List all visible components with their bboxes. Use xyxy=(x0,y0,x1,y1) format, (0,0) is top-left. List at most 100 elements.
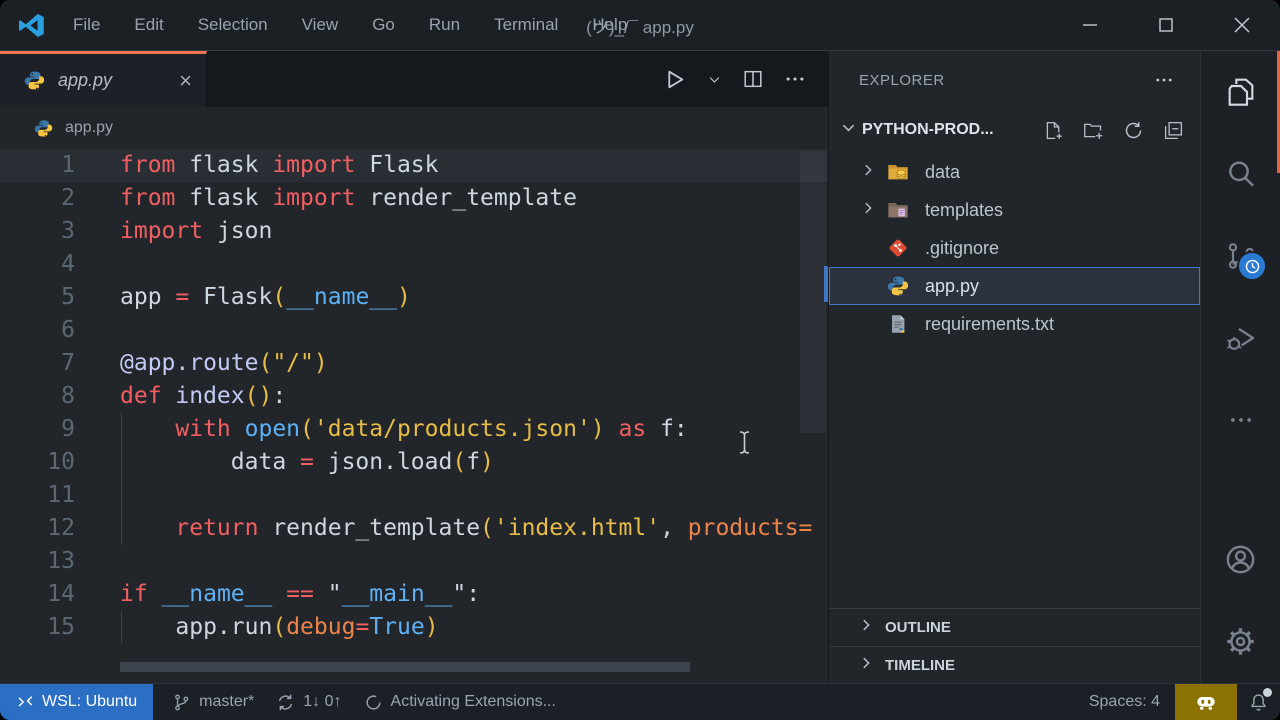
line-number: 14 xyxy=(0,578,75,611)
search-icon xyxy=(1225,158,1257,190)
menu-bar: FileEditSelectionViewGoRunTerminalHelp xyxy=(73,15,627,35)
code-line-10[interactable]: 10 data = json.load(f) xyxy=(0,446,828,479)
more-actions-button[interactable] xyxy=(784,68,806,90)
code-line-12[interactable]: 12 return render_template('index.html', … xyxy=(0,512,828,545)
breadcrumb-item: app.py xyxy=(65,119,113,137)
editor-horizontal-scrollbar[interactable] xyxy=(120,662,690,672)
pip-icon xyxy=(887,313,909,335)
run-button[interactable] xyxy=(662,67,687,92)
code-line-9[interactable]: 9 with open('data/products.json') as f: xyxy=(0,413,828,446)
workspace-section-header[interactable]: PYTHON-PROD... xyxy=(829,109,1200,151)
close-button[interactable] xyxy=(1204,0,1280,50)
panel-timeline[interactable]: TIMELINE xyxy=(829,646,1200,684)
activity-search[interactable] xyxy=(1201,133,1280,215)
copilot-icon xyxy=(1195,691,1217,713)
refresh-button[interactable] xyxy=(1123,120,1144,141)
status-sync-changes[interactable]: 1↓ 0↑ xyxy=(265,684,352,720)
activity-run-and-debug[interactable] xyxy=(1201,297,1280,379)
menu-edit[interactable]: Edit xyxy=(134,15,163,35)
code-line-1[interactable]: 1from flask import Flask xyxy=(0,149,828,182)
spinner-icon xyxy=(364,693,383,712)
explorer-header: EXPLORER xyxy=(829,51,1200,109)
tab-bar: app.py × xyxy=(0,51,828,107)
sync-icon xyxy=(276,693,295,712)
status-notifications[interactable] xyxy=(1237,684,1280,720)
status-remote-indicator[interactable]: WSL: Ubuntu xyxy=(0,684,153,720)
status-git-branch[interactable]: master* xyxy=(161,684,265,720)
file-requirements-txt[interactable]: requirements.txt xyxy=(829,305,1200,343)
close-tab-icon[interactable]: × xyxy=(179,70,192,92)
status-indentation[interactable]: Spaces: 4 xyxy=(1078,684,1171,720)
code-line-13[interactable]: 13 xyxy=(0,545,828,578)
views-and-more-actions-icon[interactable] xyxy=(1154,70,1174,90)
file-data[interactable]: data xyxy=(829,153,1200,191)
menu-view[interactable]: View xyxy=(302,15,339,35)
code-line-8[interactable]: 8def index(): xyxy=(0,380,828,413)
panel-outline[interactable]: OUTLINE xyxy=(829,608,1200,646)
status-bar: WSL: Ubuntu master* 1↓ 0↑ Activating Extens… xyxy=(0,683,1280,720)
status-extension-status[interactable]: Activating Extensions... xyxy=(353,684,567,720)
file--gitignore[interactable]: .gitignore xyxy=(829,229,1200,267)
code-text: data = json.load(f) xyxy=(120,446,494,479)
status-copilot-status[interactable] xyxy=(1175,684,1237,720)
tab-label: app.py xyxy=(58,70,173,91)
chevron-right-icon xyxy=(859,618,873,637)
indent-guide xyxy=(121,479,122,512)
breadcrumb[interactable]: app.py xyxy=(0,107,828,149)
menu-go[interactable]: Go xyxy=(372,15,395,35)
vscode-window: FileEditSelectionViewGoRunTerminalHelp (… xyxy=(0,0,1280,720)
files-icon xyxy=(1225,76,1257,108)
code-line-14[interactable]: 14if __name__ == "__main__": xyxy=(0,578,828,611)
code-line-3[interactable]: 3import json xyxy=(0,215,828,248)
editor-vertical-scrollbar[interactable] xyxy=(800,151,826,433)
menu-selection[interactable]: Selection xyxy=(198,15,268,35)
panel-label: OUTLINE xyxy=(885,619,951,636)
mouse-cursor xyxy=(738,430,751,461)
maximize-button[interactable] xyxy=(1128,0,1204,50)
panel-label: TIMELINE xyxy=(885,657,955,674)
line-number: 10 xyxy=(0,446,75,479)
window-title: (ツ)_/¯ app.py xyxy=(586,13,694,38)
ellipsis-icon xyxy=(784,68,806,90)
split-editor-button[interactable] xyxy=(742,68,764,90)
split-editor-icon xyxy=(742,68,764,90)
python-icon xyxy=(24,70,45,91)
code-line-6[interactable]: 6 xyxy=(0,314,828,347)
code-line-5[interactable]: 5app = Flask(__name__) xyxy=(0,281,828,314)
minimize-button[interactable] xyxy=(1052,0,1128,50)
menu-file[interactable]: File xyxy=(73,15,100,35)
code-line-2[interactable]: 2from flask import render_template xyxy=(0,182,828,215)
python-icon xyxy=(887,275,909,297)
file-templates[interactable]: templates xyxy=(829,191,1200,229)
activity-accounts[interactable] xyxy=(1201,518,1280,600)
status-label: WSL: Ubuntu xyxy=(42,693,137,711)
collapse-all-icon xyxy=(1163,120,1184,141)
code-line-4[interactable]: 4 xyxy=(0,248,828,281)
run-dropdown[interactable] xyxy=(707,72,722,87)
collapse-all-button[interactable] xyxy=(1163,120,1184,141)
file-app-py[interactable]: app.py xyxy=(829,267,1200,305)
indent-guide xyxy=(121,413,122,446)
tab-app-py[interactable]: app.py × xyxy=(0,51,207,107)
activity-explorer[interactable] xyxy=(1201,51,1280,133)
code-line-15[interactable]: 15 app.run(debug=True) xyxy=(0,611,828,644)
git-icon xyxy=(887,237,909,259)
code-text: import json xyxy=(120,215,272,248)
code-editor[interactable]: 1from flask import Flask2from flask impo… xyxy=(0,149,828,684)
window-controls xyxy=(1052,0,1280,50)
menu-terminal[interactable]: Terminal xyxy=(494,15,558,35)
menu-run[interactable]: Run xyxy=(429,15,460,35)
activity-source-control[interactable] xyxy=(1201,215,1280,297)
line-number: 8 xyxy=(0,380,75,413)
line-number: 13 xyxy=(0,545,75,578)
code-line-7[interactable]: 7@app.route("/") xyxy=(0,347,828,380)
status-label: 1↓ 0↑ xyxy=(303,693,341,711)
activity-settings[interactable] xyxy=(1201,600,1280,682)
new-file-button[interactable] xyxy=(1043,120,1064,141)
new-folder-button[interactable] xyxy=(1083,120,1104,141)
activity-more-views[interactable] xyxy=(1201,379,1280,461)
editor-actions xyxy=(662,51,806,107)
remote-icon xyxy=(16,693,34,711)
code-line-11[interactable]: 11 xyxy=(0,479,828,512)
file-label: data xyxy=(925,162,960,183)
